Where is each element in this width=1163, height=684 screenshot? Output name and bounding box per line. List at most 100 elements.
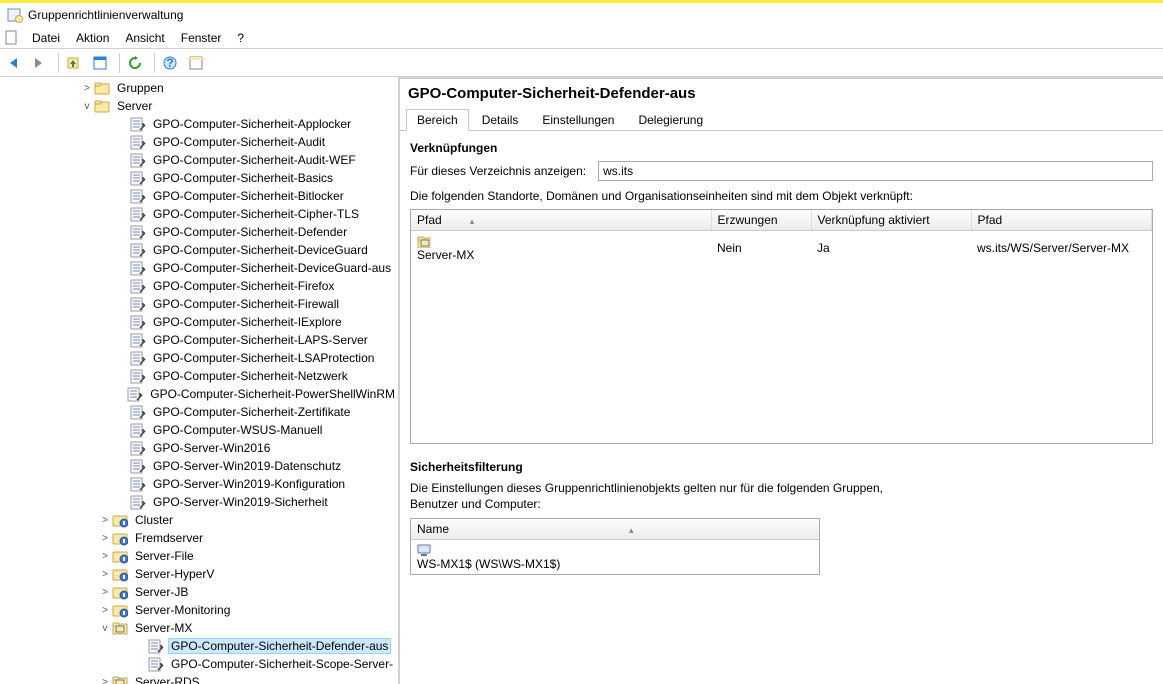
show-hide-tree-button[interactable] <box>91 52 113 74</box>
tree-item-label: GPO-Computer-Sicherheit-DeviceGuard-aus <box>150 260 394 276</box>
tree-item-label: GPO-Computer-Sicherheit-LAPS-Server <box>150 332 371 348</box>
back-arrow-icon <box>5 55 21 71</box>
tree-node-gpo[interactable]: GPO-Computer-Sicherheit-Zertifikate <box>0 403 398 421</box>
expander-icon[interactable]: > <box>80 83 94 94</box>
tree-node-gpo[interactable]: GPO-Computer-Sicherheit-Audit <box>0 133 398 151</box>
tree-node-ou[interactable]: >Fremdserver <box>0 529 398 547</box>
tree-node-gpo[interactable]: GPO-Server-Win2019-Datenschutz <box>0 457 398 475</box>
col-pfad[interactable]: Pfad <box>411 210 711 231</box>
table-row[interactable]: Server-MX Nein Ja ws.its/WS/Server/Serve… <box>411 231 1152 266</box>
tree-node-server[interactable]: v Server <box>0 97 398 115</box>
menu-ansicht[interactable]: Ansicht <box>117 29 172 47</box>
expander-icon[interactable]: > <box>98 605 112 616</box>
tab-einstellungen[interactable]: Einstellungen <box>531 109 625 131</box>
tree-node-gpo[interactable]: GPO-Computer-Sicherheit-DeviceGuard-aus <box>0 259 398 277</box>
tree-node-gpo[interactable]: GPO-Computer-Sicherheit-LAPS-Server <box>0 331 398 349</box>
tree-node-gpo[interactable]: GPO-Computer-Sicherheit-Basics <box>0 169 398 187</box>
ou-blue-icon-icon <box>112 602 128 618</box>
tree-item-label: GPO-Computer-Sicherheit-Applocker <box>150 116 354 132</box>
expander-icon[interactable]: > <box>98 677 112 684</box>
tab-details[interactable]: Details <box>471 109 530 131</box>
tree-node-gpo[interactable]: GPO-Computer-Sicherheit-Cipher-TLS <box>0 205 398 223</box>
tree-item-label: GPO-Server-Win2016 <box>150 440 273 456</box>
toolbar-separator <box>58 53 59 73</box>
col-pfad2[interactable]: Pfad <box>971 210 1152 231</box>
tree-node-gruppen[interactable]: > Gruppen <box>0 79 398 97</box>
tree-node-gpo[interactable]: GPO-Computer-Sicherheit-Bitlocker <box>0 187 398 205</box>
tree-node-gpo[interactable]: GPO-Computer-Sicherheit-LSAProtection <box>0 349 398 367</box>
tree-item-label: Server-File <box>132 548 197 564</box>
tree-node-server-mx[interactable]: vServer-MX <box>0 619 398 637</box>
tree-node-gpo[interactable]: GPO-Computer-Sicherheit-PowerShellWinRM <box>0 385 398 403</box>
tree-node-gpo[interactable]: GPO-Computer-Sicherheit-IExplore <box>0 313 398 331</box>
tree-node-gpo[interactable]: GPO-Computer-Sicherheit-Firewall <box>0 295 398 313</box>
tree-node-ou[interactable]: >Cluster <box>0 511 398 529</box>
tree-node-gpo[interactable]: GPO-Computer-Sicherheit-Defender <box>0 223 398 241</box>
menu-datei[interactable]: Datei <box>24 29 68 47</box>
tree-node-ou[interactable]: >Server-JB <box>0 583 398 601</box>
tree-node-gpo[interactable]: GPO-Server-Win2016 <box>0 439 398 457</box>
folder-icon-icon <box>94 80 110 96</box>
menu-help[interactable]: ? <box>229 29 252 47</box>
tree-node-gpo[interactable]: GPO-Computer-Sicherheit-Defender-aus <box>0 637 398 655</box>
tree-item-label: Server <box>114 98 155 114</box>
tree-node-ou[interactable]: > Server-File <box>0 547 398 565</box>
expander-icon[interactable]: > <box>98 533 112 544</box>
expander-icon[interactable]: > <box>98 515 112 526</box>
sf-col-name[interactable]: Name <box>411 519 819 540</box>
tree-node-gpo[interactable]: GPO-Server-Win2019-Sicherheit <box>0 493 398 511</box>
col-erzwungen[interactable]: Erzwungen <box>711 210 811 231</box>
tree-item-label: Gruppen <box>114 80 167 96</box>
expander-icon[interactable]: > <box>98 551 112 562</box>
tree-item-label: GPO-Computer-Sicherheit-Basics <box>150 170 336 186</box>
gpo-link-icon-icon <box>130 188 146 204</box>
tree-node-gpo[interactable]: GPO-Computer-Sicherheit-DeviceGuard <box>0 241 398 259</box>
tree-node-gpo[interactable]: GPO-Computer-Sicherheit-Applocker <box>0 115 398 133</box>
details-pane: GPO-Computer-Sicherheit-Defender-aus Ber… <box>400 77 1163 684</box>
tree-node-ou[interactable]: >Server-HyperV <box>0 565 398 583</box>
domain-dropdown[interactable]: ws.its <box>598 161 1153 181</box>
expander-icon[interactable]: > <box>98 587 112 598</box>
tab-delegierung[interactable]: Delegierung <box>627 109 714 131</box>
tree-node-ou[interactable]: >Server-Monitoring <box>0 601 398 619</box>
tree-node-server-rds[interactable]: >Server-RDS <box>0 673 398 684</box>
gpo-link-icon-icon <box>130 116 146 132</box>
properties-button[interactable] <box>187 52 209 74</box>
refresh-button[interactable] <box>126 52 148 74</box>
tree-node-gpo[interactable]: GPO-Server-Win2019-Konfiguration <box>0 475 398 493</box>
tree-node-gpo[interactable]: GPO-Computer-Sicherheit-Audit-WEF <box>0 151 398 169</box>
col-aktiviert[interactable]: Verknüpfung aktiviert <box>811 210 971 231</box>
tree-node-gpo[interactable]: GPO-Computer-WSUS-Manuell <box>0 421 398 439</box>
sf-table[interactable]: Name WS-MX1$ (WS\WS-MX1$) <box>410 518 820 575</box>
tree-item-label: GPO-Computer-Sicherheit-Defender <box>150 224 350 240</box>
computer-icon <box>417 543 431 557</box>
back-button[interactable] <box>4 52 26 74</box>
expander-icon[interactable]: > <box>98 569 112 580</box>
tree-item-label: GPO-Computer-Sicherheit-Cipher-TLS <box>150 206 362 222</box>
tree-node-gpo[interactable]: GPO-Computer-Sicherheit-Scope-Server- <box>0 655 398 673</box>
help-button[interactable] <box>161 52 183 74</box>
window-title: Gruppenrichtlinienverwaltung <box>28 8 183 22</box>
forward-button[interactable] <box>30 52 52 74</box>
table-row[interactable]: WS-MX1$ (WS\WS-MX1$) <box>411 540 819 575</box>
tree-node-gpo[interactable]: GPO-Computer-Sicherheit-Netzwerk <box>0 367 398 385</box>
sf-header: Sicherheitsfilterung <box>410 460 1153 474</box>
up-button[interactable] <box>65 52 87 74</box>
tree-item-label: GPO-Computer-Sicherheit-Bitlocker <box>150 188 347 204</box>
tree-node-gpo[interactable]: GPO-Computer-Sicherheit-Firefox <box>0 277 398 295</box>
menu-aktion[interactable]: Aktion <box>68 29 117 47</box>
window-icon <box>92 55 108 71</box>
ou-icon-icon <box>112 620 128 636</box>
ou-icon-icon <box>112 674 128 684</box>
gpo-link-icon-icon <box>130 422 146 438</box>
ou-blue-icon-icon <box>112 584 128 600</box>
tree-item-label: GPO-Computer-Sicherheit-IExplore <box>150 314 345 330</box>
expander-icon[interactable]: v <box>80 101 94 112</box>
expander-icon[interactable]: v <box>98 623 112 634</box>
links-table[interactable]: Pfad Erzwungen Verknüpfung aktiviert Pfa… <box>410 209 1153 444</box>
tree-pane[interactable]: > Gruppen v Server GPO-Computer-Sicherheit-A… <box>0 77 400 684</box>
menu-fenster[interactable]: Fenster <box>173 29 230 47</box>
tab-bereich[interactable]: Bereich <box>406 109 469 131</box>
tree-item-label: GPO-Computer-Sicherheit-Audit <box>150 134 328 150</box>
gpo-link-icon-icon <box>130 332 146 348</box>
